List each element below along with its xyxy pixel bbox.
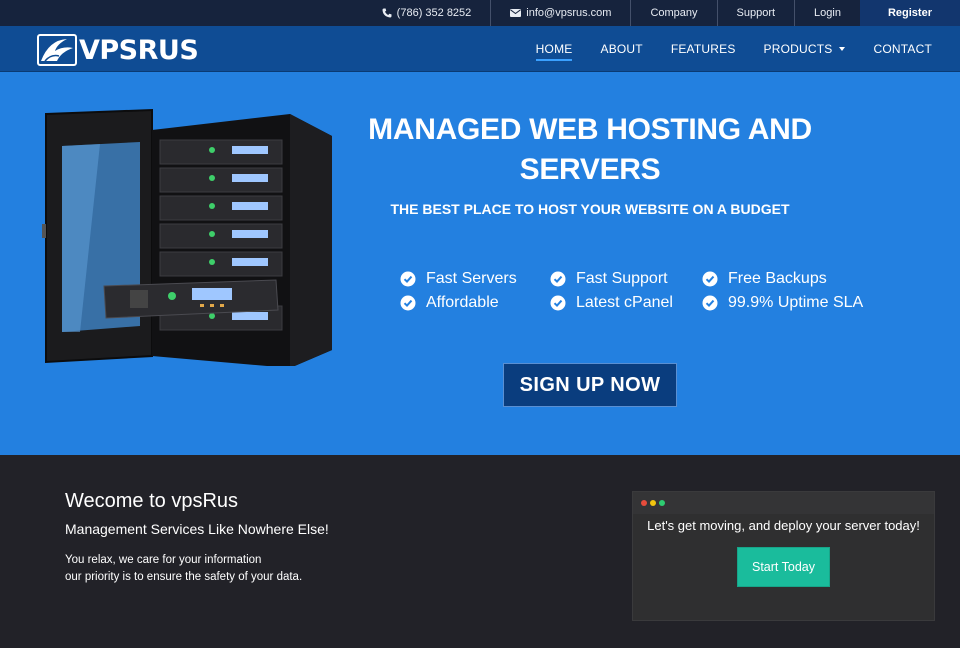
feature-item: Free Backups [702,270,872,288]
welcome-text: You relax, we care for your information … [65,552,302,586]
feature-label: Free Backups [728,270,827,287]
phone-icon [382,8,392,18]
yellow-dot-icon [650,500,656,506]
check-circle-icon [702,295,718,311]
hero-section: MANAGED WEB HOSTING AND SERVERS THE BEST… [0,72,960,455]
nav-features[interactable]: FEATURES [671,26,736,72]
welcome-text-line1: You relax, we care for your information [65,554,262,566]
feature-label: Fast Support [576,270,668,287]
phone-number: (786) 352 8252 [396,7,472,19]
hero-subtitle: THE BEST PLACE TO HOST YOUR WEBSITE ON A… [390,201,790,217]
caret-down-icon [839,47,846,51]
welcome-title: Wecome to vpsRus [65,490,239,512]
deploy-card-text: Let's get moving, and deploy your server… [647,518,920,533]
register-button[interactable]: Register [859,0,960,26]
nav-products-label: PRODUCTS [763,42,833,56]
welcome-section: Wecome to vpsRus Management Services Lik… [0,455,960,648]
feature-label: Fast Servers [426,270,517,287]
start-today-button[interactable]: Start Today [737,547,830,587]
envelope-icon [510,9,522,17]
email-address: info@vpsrus.com [526,7,612,19]
check-circle-icon [702,271,718,287]
check-circle-icon [400,295,416,311]
nav-about[interactable]: ABOUT [600,26,642,72]
check-circle-icon [550,271,566,287]
logo-wordmark: VPSRUS [79,34,199,66]
nav-contact[interactable]: CONTACT [873,26,932,72]
top-bar: (786) 352 8252 info@vpsrus.com Company S… [0,0,960,26]
red-dot-icon [641,500,647,506]
site-logo[interactable]: VPSRUS [37,34,199,66]
feature-item: Affordable [400,294,550,312]
welcome-text-line2: our priority is to ensure the safety of … [65,571,303,583]
check-circle-icon [400,271,416,287]
feature-item: Fast Support [550,270,702,288]
hero-title-line1: MANAGED WEB HOSTING AND [368,113,812,146]
nav-products[interactable]: PRODUCTS [764,26,846,72]
hero-title: MANAGED WEB HOSTING AND SERVERS [340,110,840,190]
feature-item: 99.9% Uptime SLA [702,294,872,312]
green-dot-icon [659,500,665,506]
deploy-card: Let's get moving, and deploy your server… [632,491,935,621]
feature-label: 99.9% Uptime SLA [728,294,864,311]
sign-up-button[interactable]: SIGN UP NOW [503,363,677,407]
topbar-link-company[interactable]: Company [630,0,716,26]
phone-contact[interactable]: (786) 352 8252 [363,0,491,26]
feature-label: Affordable [426,294,499,311]
feature-list: Fast Servers Fast Support Free Backups A… [400,270,880,312]
wave-logo-icon [37,34,77,66]
email-contact[interactable]: info@vpsrus.com [490,0,630,26]
hero-title-line2: SERVERS [519,153,661,186]
feature-item: Fast Servers [400,270,550,288]
welcome-subtitle: Management Services Like Nowhere Else! [65,521,329,537]
nav-home[interactable]: HOME [535,26,573,72]
feature-label: Latest cPanel [576,294,673,311]
feature-item: Latest cPanel [550,294,702,312]
topbar-link-support[interactable]: Support [716,0,795,26]
topbar-link-login[interactable]: Login [794,0,860,26]
window-title-bar [633,492,934,514]
main-navbar: VPSRUS HOME ABOUT FEATURES PRODUCTS CONT… [0,26,960,72]
server-rack-illustration [42,108,332,366]
nav-menu: HOME ABOUT FEATURES PRODUCTS CONTACT [508,26,932,72]
check-circle-icon [550,295,566,311]
